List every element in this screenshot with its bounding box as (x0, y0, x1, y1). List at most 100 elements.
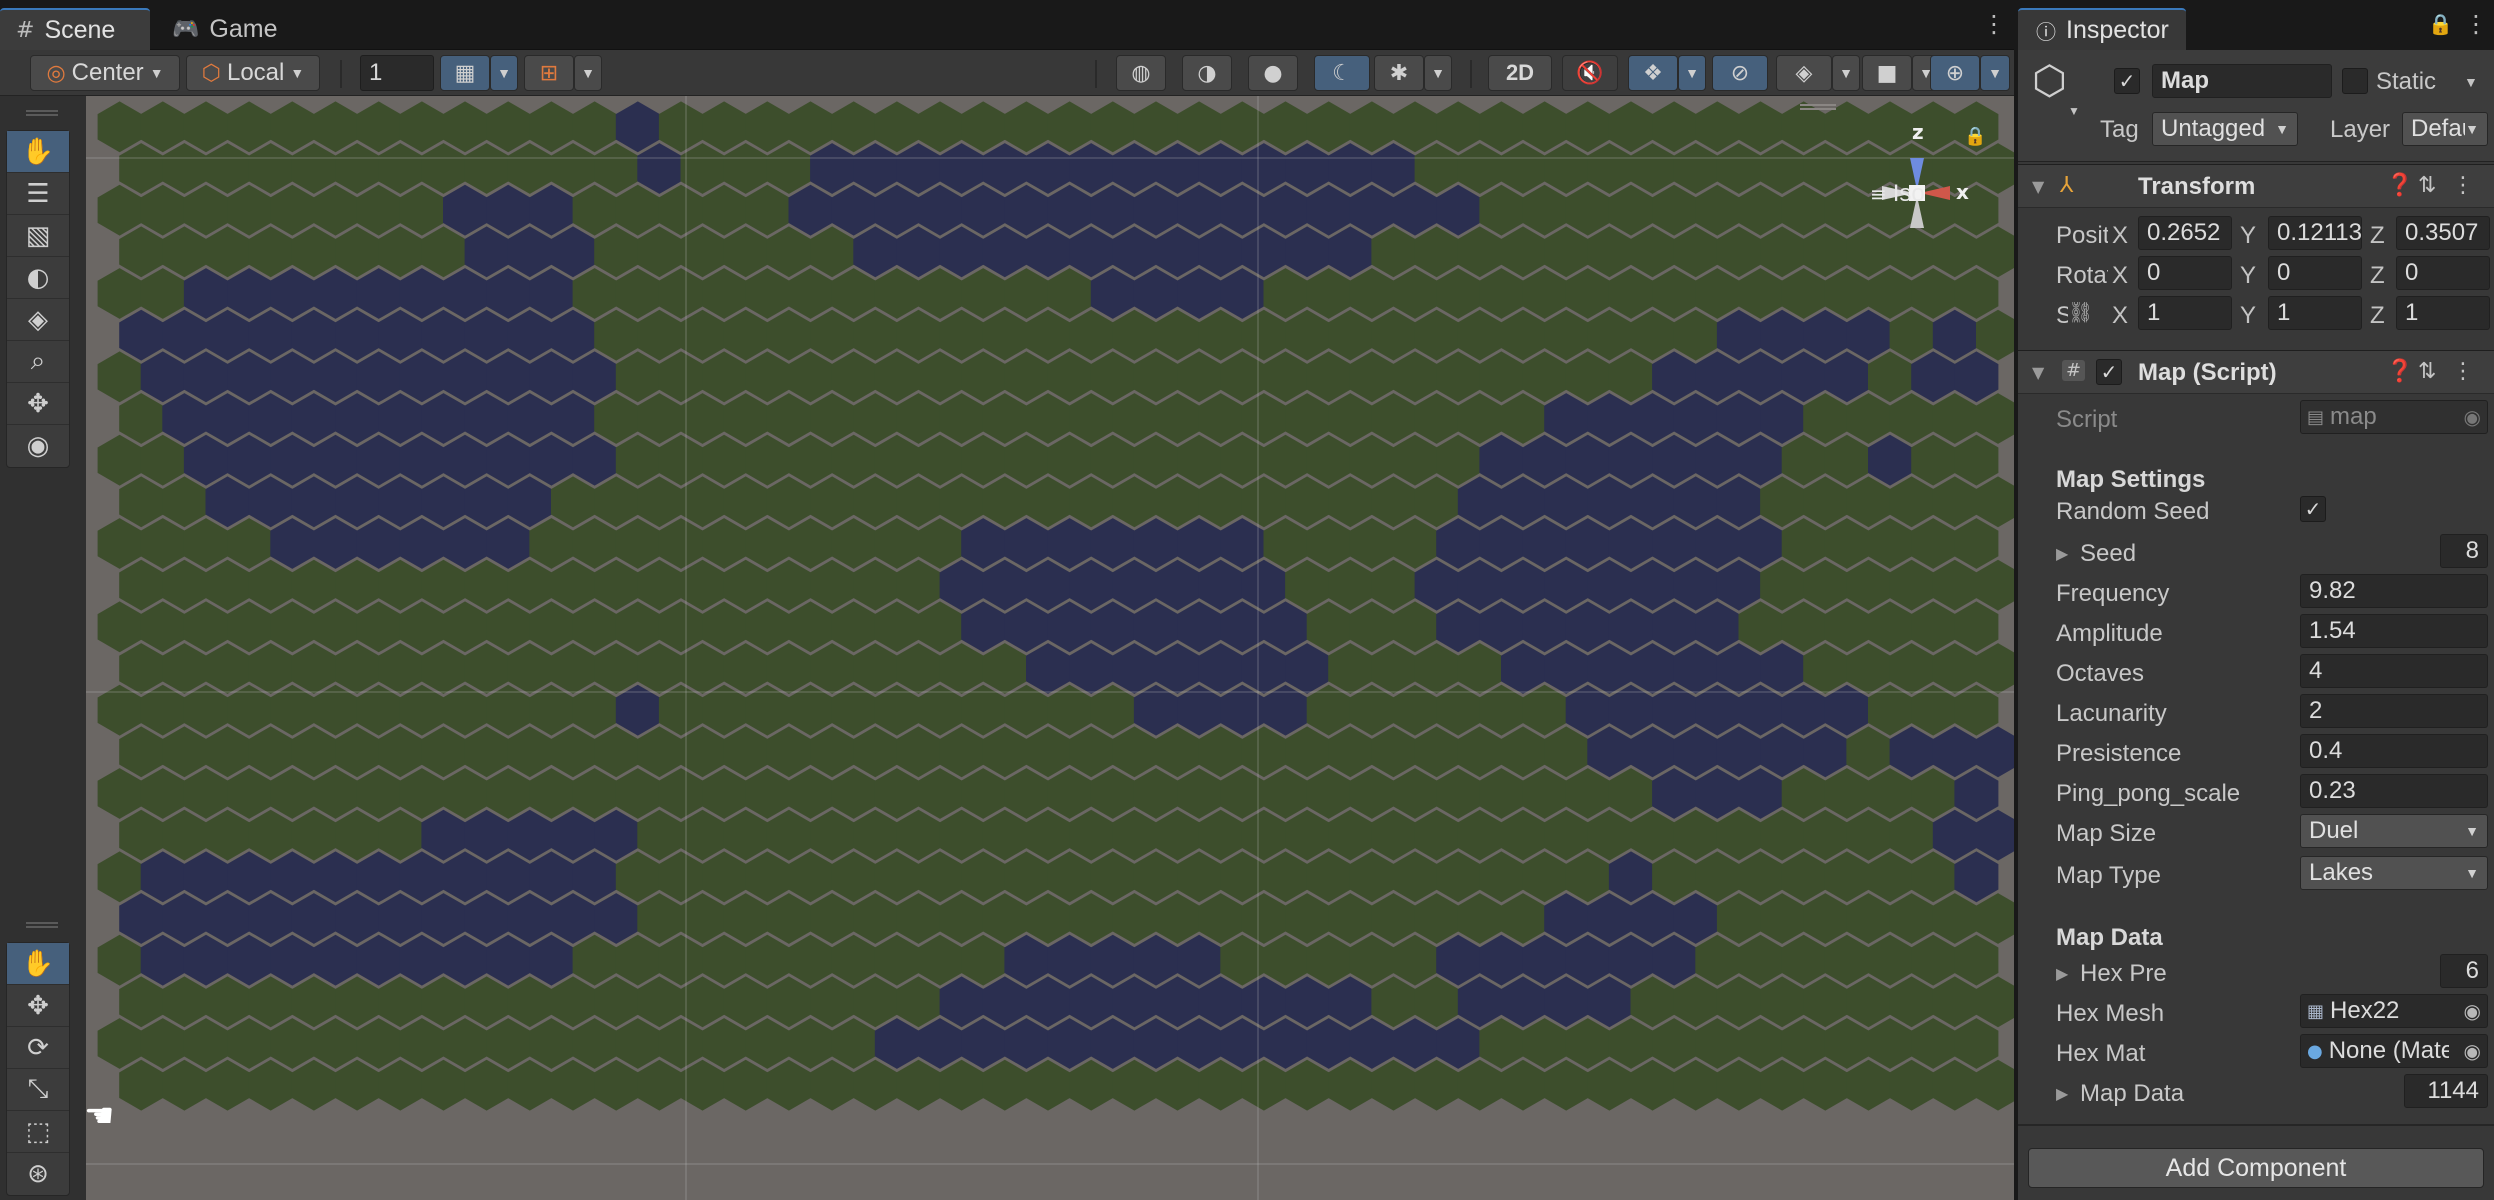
hex-tile[interactable] (745, 101, 790, 153)
hex-tile[interactable] (1004, 351, 1049, 403)
hex-tile[interactable] (1565, 601, 1610, 653)
gizmo-axis-z[interactable]: z (1912, 120, 1924, 144)
hex-tile[interactable] (1349, 268, 1394, 319)
hex-tile[interactable] (788, 1018, 833, 1069)
hex-tile[interactable] (1263, 851, 1308, 903)
hex-tile[interactable] (313, 101, 358, 153)
hex-tile[interactable] (810, 643, 855, 694)
hex-tile[interactable] (1824, 851, 1869, 903)
hex-tile[interactable] (1241, 143, 1286, 194)
hex-tile[interactable] (1306, 101, 1351, 153)
hex-tile[interactable] (1328, 809, 1373, 861)
static-checkbox[interactable] (2342, 68, 2368, 94)
help-icon[interactable]: ❓ (2386, 359, 2413, 384)
hex-tile[interactable] (680, 559, 725, 611)
hex-tile[interactable] (1673, 976, 1718, 1028)
hex-pre-label[interactable]: Hex Pre (2080, 960, 2167, 988)
hex-tile[interactable] (313, 518, 358, 569)
hex-tile[interactable] (1501, 226, 1545, 278)
hex-tile[interactable] (572, 851, 617, 903)
camera-preview-icon[interactable]: ◉ (7, 425, 69, 467)
hex-tile[interactable] (1241, 643, 1286, 694)
hex-tile[interactable] (853, 559, 898, 611)
hex-tile[interactable] (119, 476, 164, 528)
hex-tile[interactable] (1738, 351, 1783, 403)
hex-tile[interactable] (1501, 143, 1545, 194)
hex-tile[interactable] (939, 143, 984, 194)
hex-tile[interactable] (1738, 934, 1783, 986)
hex-tile[interactable] (443, 934, 488, 986)
hex-tile[interactable] (183, 351, 228, 403)
hex-tile[interactable] (745, 934, 790, 986)
hex-tile[interactable] (399, 518, 444, 569)
hex-tile[interactable] (140, 184, 185, 236)
hex-tile[interactable] (1976, 393, 2014, 444)
hex-tile[interactable] (1652, 601, 1697, 653)
hex-tile[interactable] (205, 559, 250, 611)
hex-tile[interactable] (1112, 143, 1157, 194)
hex-tile[interactable] (1306, 184, 1351, 236)
hex-tile[interactable] (1285, 476, 1330, 528)
hex-tile[interactable] (939, 893, 984, 944)
hex-tile[interactable] (291, 143, 336, 194)
hex-tile[interactable] (1932, 809, 1977, 861)
hex-tile[interactable] (464, 976, 509, 1028)
hex-tile[interactable] (1457, 559, 1502, 611)
hex-tile[interactable] (270, 768, 315, 819)
hex-tile[interactable] (1133, 518, 1178, 569)
hex-tile[interactable] (1889, 976, 1934, 1028)
hex-tile[interactable] (939, 559, 984, 611)
hex-tile[interactable] (1716, 726, 1761, 778)
hex-tile[interactable] (1932, 893, 1977, 944)
hex-tile[interactable] (1069, 559, 1114, 611)
hex-tile[interactable] (1587, 143, 1632, 194)
hex-tile[interactable] (1133, 351, 1178, 403)
hex-tile[interactable] (205, 226, 250, 278)
hex-tile[interactable] (680, 226, 725, 278)
hex-tile[interactable] (464, 309, 509, 361)
hex-tile[interactable] (918, 351, 963, 403)
projection-toggle[interactable]: ≡ Iso (1870, 180, 1925, 208)
hex-tile[interactable] (1285, 1059, 1330, 1111)
hex-tile[interactable] (1349, 768, 1394, 819)
hex-tile[interactable] (1501, 809, 1545, 861)
hex-tile[interactable] (766, 643, 811, 694)
hex-tile[interactable] (162, 643, 207, 694)
hex-tile[interactable] (313, 268, 358, 319)
hex-tile[interactable] (1198, 976, 1243, 1028)
hex-tile[interactable] (1349, 934, 1394, 986)
hex-tile[interactable] (335, 976, 380, 1028)
hex-tile[interactable] (1803, 643, 1848, 694)
hex-tile[interactable] (507, 393, 552, 444)
hex-tile[interactable] (1803, 559, 1848, 611)
hex-tile[interactable] (1954, 851, 1999, 903)
hex-tile[interactable] (119, 893, 164, 944)
hex-tile[interactable] (1868, 601, 1913, 653)
hex-tile[interactable] (896, 726, 941, 778)
hex-tile[interactable] (1436, 1018, 1481, 1069)
hex-tile[interactable] (1112, 309, 1157, 361)
hex-tile[interactable] (853, 643, 898, 694)
hex-tile[interactable] (853, 976, 898, 1028)
hex-tile[interactable] (1587, 893, 1632, 944)
hex-tile[interactable] (680, 893, 725, 944)
hex-tile[interactable] (1932, 643, 1977, 694)
scale-label[interactable]: Scale (2056, 302, 2068, 330)
hex-tile[interactable] (335, 726, 380, 778)
hex-tile[interactable] (291, 643, 336, 694)
hex-tile[interactable] (658, 1018, 703, 1069)
hex-tile[interactable] (1954, 601, 1999, 653)
hex-tile[interactable] (1824, 518, 1869, 569)
hex-tile[interactable] (140, 101, 185, 153)
foldout-arrow-icon[interactable]: ▼ (2032, 363, 2044, 382)
hex-tile[interactable] (399, 768, 444, 819)
hex-tile[interactable] (378, 143, 423, 194)
hex-tile[interactable] (1112, 559, 1157, 611)
hex-tile[interactable] (1090, 268, 1135, 319)
hex-tile[interactable] (162, 893, 207, 944)
hex-tile[interactable] (205, 893, 250, 944)
hex-tile[interactable] (227, 851, 272, 903)
hex-tile[interactable] (1285, 976, 1330, 1028)
hex-tile[interactable] (853, 393, 898, 444)
hex-tile[interactable] (227, 101, 272, 153)
